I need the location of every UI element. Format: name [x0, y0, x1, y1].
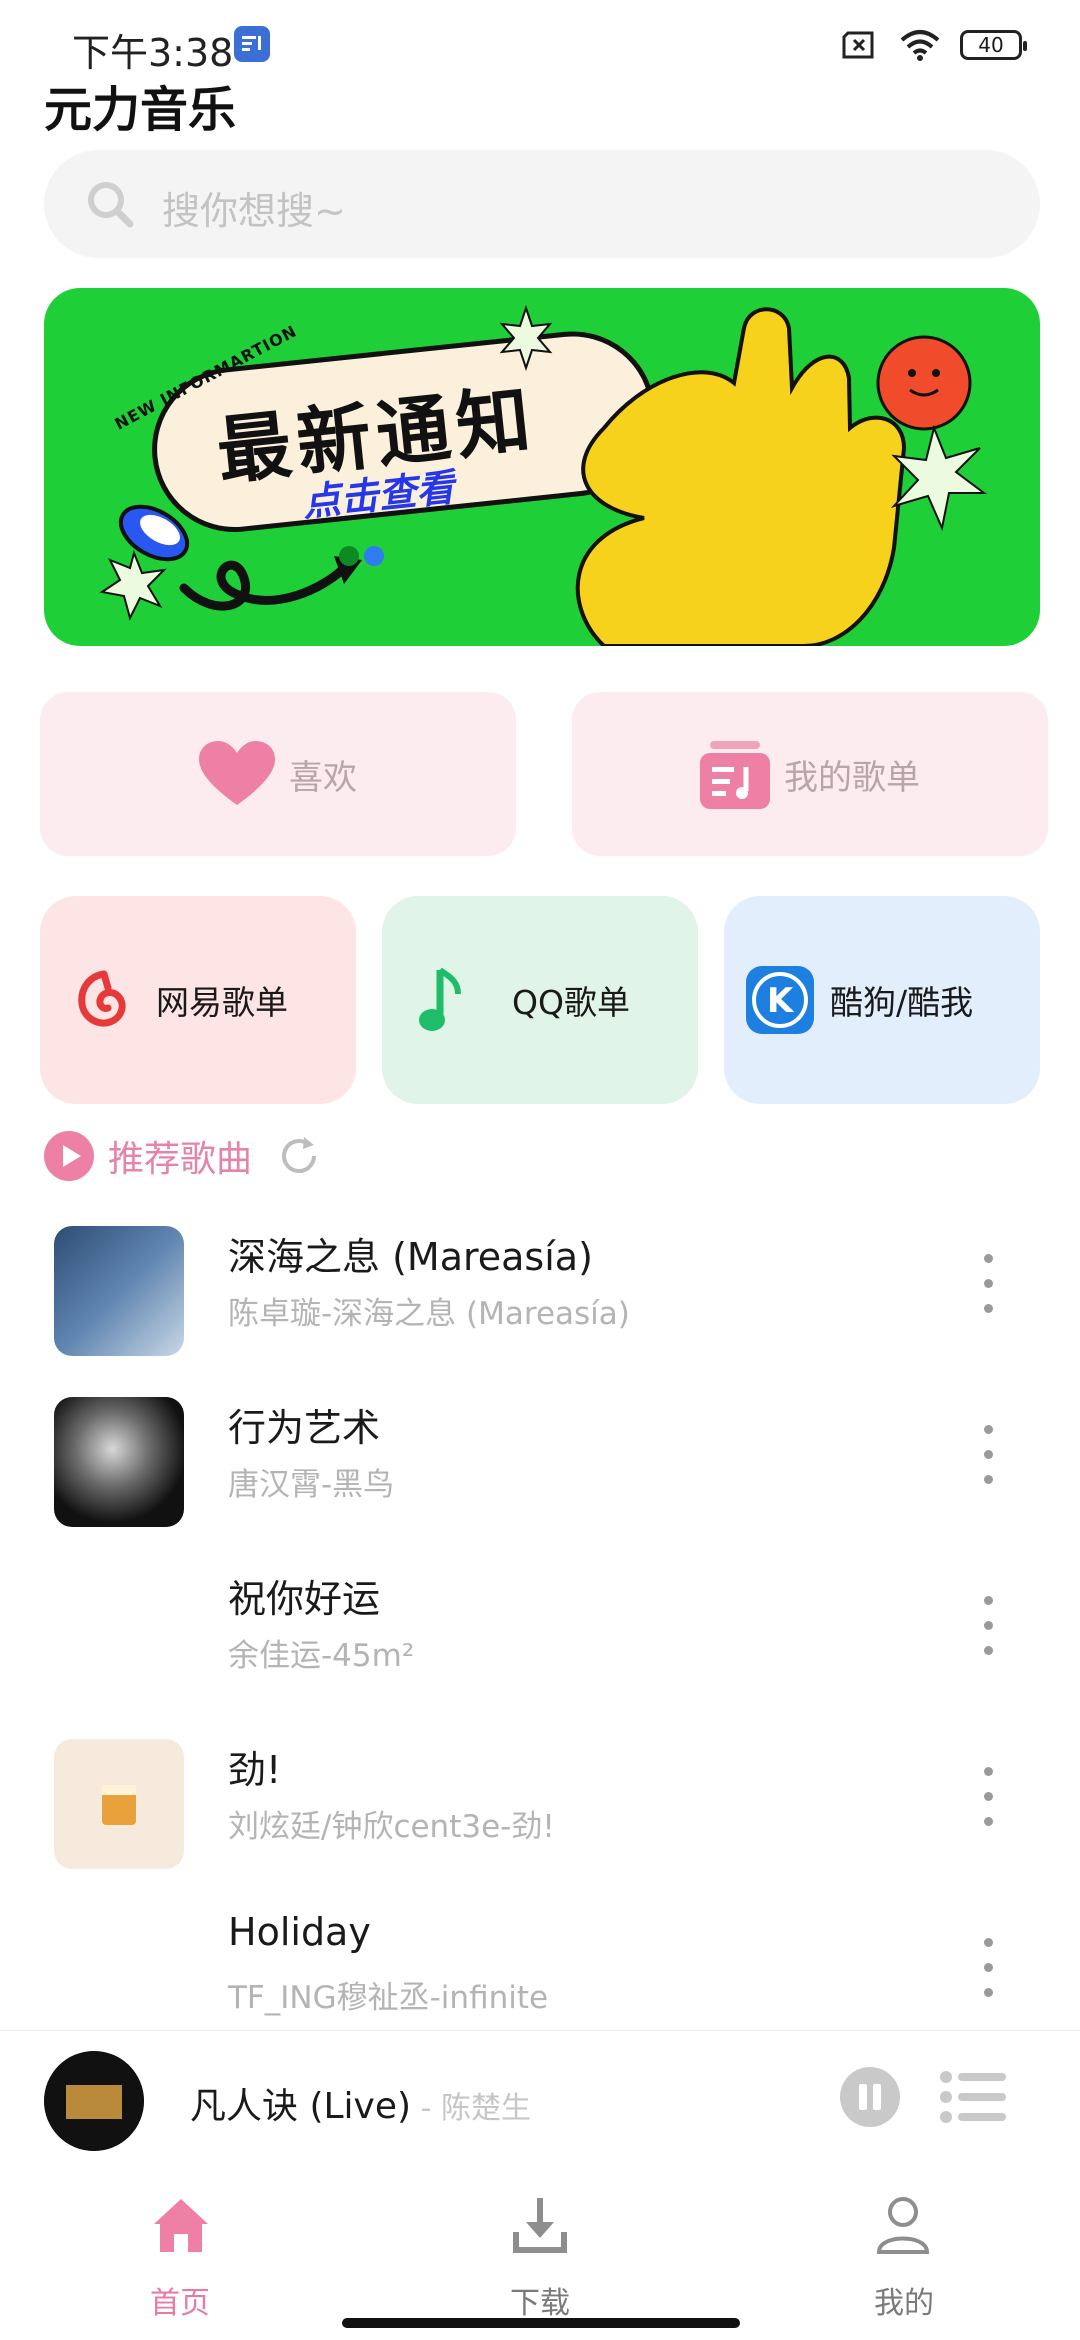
- search-placeholder: 搜你想搜~: [162, 189, 346, 233]
- search-bar[interactable]: 搜你想搜~: [44, 150, 1040, 258]
- mini-player[interactable]: 凡人诀 (Live) - 陈楚生: [0, 2030, 1080, 2179]
- kugou-label: 酷狗/酷我: [830, 983, 974, 1022]
- search-icon: [88, 182, 134, 228]
- song-title: 劲!: [228, 1748, 282, 1792]
- tab-home[interactable]: 首页: [80, 2180, 280, 2321]
- netease-label: 网易歌单: [156, 983, 288, 1022]
- favorites-button[interactable]: 喜欢: [40, 692, 516, 856]
- tab-download[interactable]: 下载: [440, 2180, 640, 2321]
- playlist-queue-icon[interactable]: [940, 2071, 1006, 2123]
- tab-download-label: 下载: [510, 2286, 570, 2321]
- music-notification-icon: [234, 26, 270, 62]
- kugou-kuwo-playlist-button[interactable]: K 酷狗/酷我: [724, 896, 1040, 1104]
- favorites-label: 喜欢: [289, 757, 357, 798]
- battery-indicator: 40: [960, 30, 1027, 60]
- song-subtitle: TF_ING穆祉丞-infinite: [228, 1980, 549, 2016]
- pause-button[interactable]: [840, 2067, 900, 2127]
- song-title: 祝你好运: [228, 1577, 381, 1621]
- playlist-icon: [700, 741, 770, 809]
- song-subtitle: 唐汉霄-黑鸟: [228, 1467, 395, 1503]
- more-options-icon[interactable]: [976, 1248, 1000, 1320]
- app-title: 元力音乐: [44, 82, 237, 138]
- now-playing-info: 凡人诀 (Live) - 陈楚生: [190, 2077, 531, 2129]
- now-playing-title: 凡人诀 (Live): [190, 2086, 412, 2127]
- refresh-icon[interactable]: [278, 1135, 320, 1177]
- heart-icon: [199, 741, 275, 805]
- no-sim-icon: [842, 31, 874, 59]
- now-playing-cover: [44, 2051, 144, 2151]
- qq-music-icon: [419, 967, 461, 1031]
- song-title: 行为艺术: [228, 1406, 381, 1450]
- album-cover: [54, 1226, 184, 1356]
- more-options-icon[interactable]: [976, 1932, 1000, 2004]
- more-options-icon[interactable]: [976, 1590, 1000, 1662]
- user-icon: [876, 2197, 930, 2254]
- tab-mine[interactable]: 我的: [804, 2180, 1004, 2321]
- album-cover: [54, 1397, 184, 1527]
- now-playing-separator: -: [411, 2091, 441, 2126]
- play-circle-icon: [44, 1131, 94, 1181]
- album-cover: [54, 1910, 184, 2040]
- now-playing-artist: 陈楚生: [440, 2091, 531, 2126]
- song-title: Holiday: [228, 1910, 371, 1954]
- song-subtitle: 陈卓璇-深海之息 (Mareasía): [228, 1296, 630, 1332]
- song-row[interactable]: 劲! 刘炫廷/钟欣cent3e-劲!: [0, 1725, 1080, 1885]
- home-icon: [154, 2199, 208, 2252]
- recommend-header: 推荐歌曲: [44, 1130, 320, 1182]
- netease-playlist-button[interactable]: 网易歌单: [40, 896, 356, 1104]
- my-playlists-label: 我的歌单: [784, 757, 920, 798]
- song-row[interactable]: 深海之息 (Mareasía) 陈卓璇-深海之息 (Mareasía): [0, 1212, 1080, 1372]
- my-playlists-button[interactable]: 我的歌单: [572, 692, 1048, 856]
- tab-home-label: 首页: [150, 2286, 210, 2321]
- song-row[interactable]: 行为艺术 唐汉霄-黑鸟: [0, 1383, 1080, 1543]
- notice-banner[interactable]: NEW INFORMARTION 最新通知 点击查看: [44, 288, 1040, 646]
- more-options-icon[interactable]: [976, 1761, 1000, 1833]
- tab-mine-label: 我的: [874, 2286, 934, 2321]
- recommend-label: 推荐歌曲: [108, 1139, 253, 1180]
- banner-illustration: [99, 304, 987, 646]
- qq-label: QQ歌单: [512, 983, 630, 1022]
- song-row[interactable]: 祝你好运 余佳运-45m²: [0, 1554, 1080, 1714]
- song-subtitle: 余佳运-45m²: [228, 1638, 415, 1674]
- netease-music-icon: [78, 970, 126, 1027]
- more-options-icon[interactable]: [976, 1419, 1000, 1491]
- kugou-icon: K: [746, 966, 814, 1034]
- album-cover: [54, 1739, 184, 1869]
- status-time: 下午3:38: [72, 31, 234, 75]
- svg-text:K: K: [767, 981, 795, 1021]
- album-cover: [54, 1568, 184, 1698]
- song-subtitle: 刘炫廷/钟欣cent3e-劲!: [228, 1809, 555, 1845]
- song-title: 深海之息 (Mareasía): [228, 1235, 593, 1279]
- download-icon: [513, 2198, 567, 2253]
- wifi-icon: [900, 30, 940, 61]
- qq-playlist-button[interactable]: QQ歌单: [382, 896, 698, 1104]
- home-indicator[interactable]: [342, 2318, 740, 2328]
- bottom-tab-bar: 首页 下载 我的: [0, 2180, 1080, 2340]
